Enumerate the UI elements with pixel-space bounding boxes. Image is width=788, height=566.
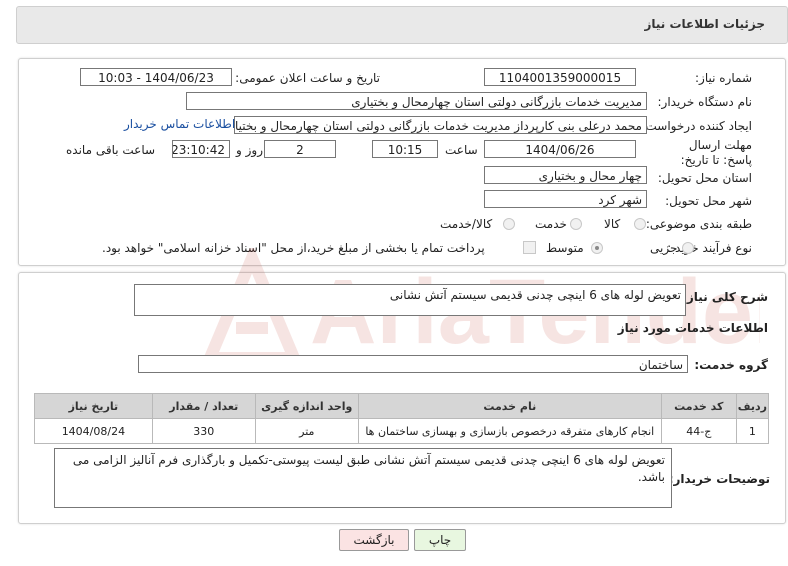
contact-buyer-link[interactable]: اطلاعات تماس خریدار	[124, 117, 235, 131]
page-header: جزئیات اطلاعات نیاز	[16, 6, 788, 44]
category-radio-service[interactable]	[570, 218, 582, 230]
category-radio-goods-service[interactable]	[503, 218, 515, 230]
province-label: استان محل تحویل:	[657, 171, 752, 185]
table-row: 1 ج-44 انجام کارهای متفرقه درخصوص بازساز…	[34, 418, 770, 444]
print-button[interactable]: چاپ	[414, 529, 466, 551]
col-unit: واحد اندازه گیری	[254, 393, 359, 419]
buyer-notes-field: تعویض لوله های 6 اینچی چدنی قدیمی سیستم …	[54, 448, 672, 508]
summary-label: شرح کلی نیاز:	[682, 290, 768, 304]
buyer-org-label: نام دستگاه خریدار:	[657, 95, 753, 109]
buyer-org-field: مدیریت خدمات بازرگانی دولتی استان چهارمح…	[186, 92, 647, 110]
summary-field: تعویض لوله های 6 اینچی چدنی قدیمی سیستم …	[134, 284, 686, 316]
process-radio-minor[interactable]	[682, 242, 694, 254]
deadline-date-field: 1404/06/26	[484, 140, 636, 158]
col-row: ردیف	[735, 393, 770, 419]
back-button[interactable]: بازگشت	[339, 529, 409, 551]
cell-service-name: انجام کارهای متفرقه درخصوص بازسازی و بهس…	[357, 418, 662, 444]
col-quantity: تعداد / مقدار	[151, 393, 256, 419]
announce-field: 1404/06/23 - 10:03	[80, 68, 232, 86]
category-option-goods: کالا	[604, 217, 621, 231]
days-field: 2	[264, 140, 336, 158]
payment-note: پرداخت تمام یا بخشی از مبلغ خرید،از محل …	[102, 241, 485, 255]
remaining-time-field: 23:10:42	[172, 140, 230, 158]
announce-label: تاریخ و ساعت اعلان عمومی:	[235, 71, 380, 85]
days-label: روز و	[236, 143, 263, 157]
services-section-title: اطلاعات خدمات مورد نیاز	[617, 321, 768, 335]
col-code: کد خدمت	[660, 393, 737, 419]
cell-unit: متر	[254, 418, 359, 444]
category-option-goods-service: کالا/خدمت	[440, 217, 493, 231]
remaining-label: ساعت باقی مانده	[66, 143, 156, 157]
services-table: ردیف کد خدمت نام خدمت واحد اندازه گیری ت…	[34, 393, 770, 444]
city-field: شهر کرد	[484, 190, 647, 208]
cell-quantity: 330	[151, 418, 256, 444]
creator-label: ایجاد کننده درخواست:	[641, 119, 752, 133]
table-header-row: ردیف کد خدمت نام خدمت واحد اندازه گیری ت…	[34, 393, 770, 419]
deadline-time-field: 10:15	[372, 140, 438, 158]
service-group-field: ساختمان	[138, 355, 688, 373]
city-label: شهر محل تحویل:	[665, 194, 752, 208]
process-label: نوع فرآیند خرید :	[667, 241, 752, 255]
category-option-service: خدمت	[535, 217, 567, 231]
page-title: جزئیات اطلاعات نیاز	[644, 17, 765, 31]
cell-need-date: 1404/08/24	[34, 418, 153, 444]
province-field: چهار محال و بختیاری	[484, 166, 647, 184]
deadline-label: مهلت ارسال پاسخ: تا تاریخ:	[680, 138, 752, 167]
need-number-label: شماره نیاز:	[695, 71, 752, 85]
service-group-label: گروه خدمت:	[694, 358, 768, 372]
creator-field: محمد درعلی بنی کارپرداز مدیریت خدمات باز…	[234, 116, 647, 134]
need-number-field: 1104001359000015	[484, 68, 636, 86]
buyer-notes-label: توضیحات خریدار:	[668, 472, 770, 486]
time-label: ساعت	[445, 143, 478, 157]
category-label: طبقه بندی موضوعی:	[645, 217, 752, 231]
col-need-date: تاریخ نیاز	[34, 393, 153, 419]
process-option-minor: جزیی	[650, 241, 678, 255]
col-service-name: نام خدمت	[357, 393, 662, 419]
cell-code: ج-44	[660, 418, 737, 444]
cell-row: 1	[735, 418, 770, 444]
process-radio-medium[interactable]	[591, 242, 603, 254]
process-option-medium: متوسط	[546, 241, 584, 255]
category-radio-goods[interactable]	[634, 218, 646, 230]
treasury-checkbox[interactable]	[523, 241, 536, 254]
